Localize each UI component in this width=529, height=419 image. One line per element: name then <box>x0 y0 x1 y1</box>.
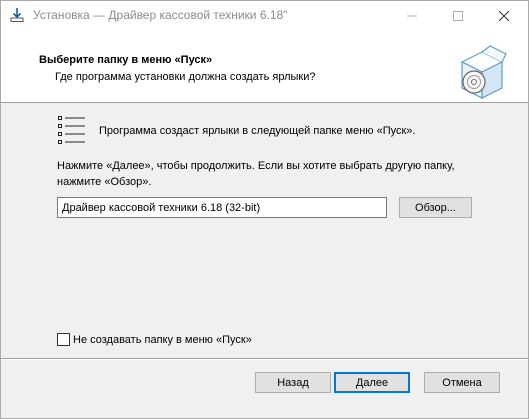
minimize-icon <box>407 15 417 16</box>
close-button[interactable] <box>481 1 527 30</box>
window-title: Установка — Драйвер кассовой техники 6.1… <box>33 8 288 22</box>
footer-divider <box>1 358 528 360</box>
instructions-text: Нажмите «Далее», чтобы продолжить. Если … <box>57 160 455 188</box>
browse-button[interactable]: Обзор... <box>399 197 472 218</box>
start-menu-list-icon <box>57 115 87 149</box>
installer-window: Установка — Драйвер кассовой техники 6.1… <box>0 0 529 419</box>
shortcut-info-text: Программа создаст ярлыки в следующей пап… <box>99 125 416 137</box>
back-button[interactable]: Назад <box>255 372 331 393</box>
page-subtitle: Где программа установки должна создать я… <box>55 71 316 83</box>
maximize-button[interactable] <box>435 1 481 30</box>
no-folder-checkbox-row[interactable]: Не создавать папку в меню «Пуск» <box>57 333 252 346</box>
box-disc-icon <box>456 44 508 100</box>
title-bar[interactable]: Установка — Драйвер кассовой техники 6.1… <box>1 1 528 30</box>
installer-icon <box>9 7 25 23</box>
start-menu-folder-input[interactable] <box>57 197 387 218</box>
maximize-icon <box>453 10 463 21</box>
no-folder-checkbox-label[interactable]: Не создавать папку в меню «Пуск» <box>73 334 252 346</box>
cancel-button[interactable]: Отмена <box>424 372 500 393</box>
minimize-button[interactable] <box>389 1 435 30</box>
close-icon <box>499 10 509 21</box>
page-title: Выберите папку в меню «Пуск» <box>39 54 213 66</box>
next-button[interactable]: Далее <box>334 372 410 393</box>
no-folder-checkbox[interactable] <box>57 333 70 346</box>
wizard-header: Выберите папку в меню «Пуск» Где програм… <box>1 30 528 103</box>
